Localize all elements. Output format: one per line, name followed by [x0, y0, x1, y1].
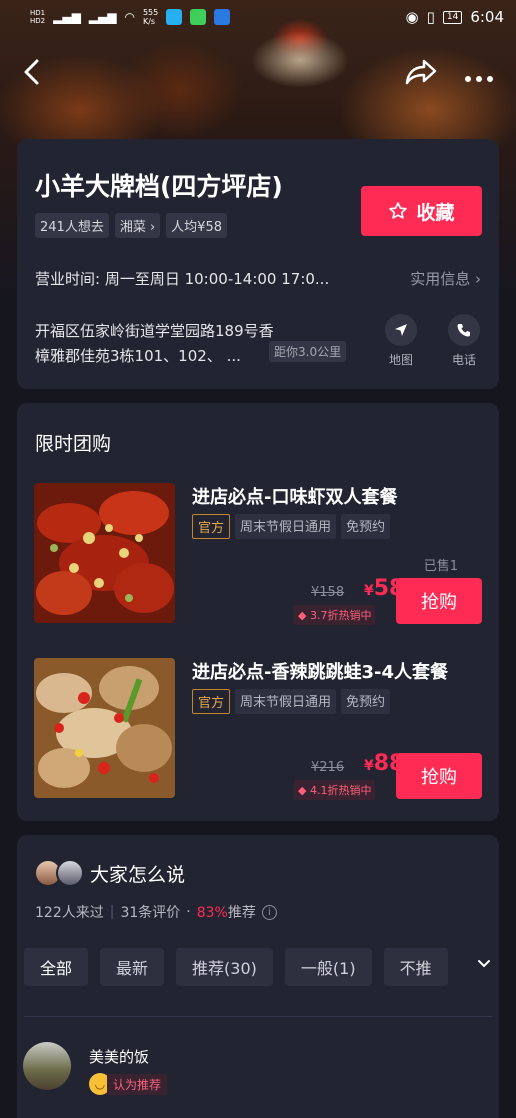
practical-info-link[interactable]: 实用信息 › [410, 268, 481, 289]
original-price: ¥158 [311, 585, 345, 600]
deal-tag: 周末节假日通用 [235, 689, 337, 714]
dot-separator: · [186, 904, 191, 920]
chevron-down-icon[interactable] [477, 957, 491, 973]
cuisine-tag[interactable]: 湘菜 › [114, 213, 161, 238]
status-bar: HD1 HD2 ▂▄▆ ▂▄▆ ◠ 555 K/s ◉ ▯ 14 6:04 [0, 0, 516, 34]
distance-badge: 距你3.0公里 [269, 341, 347, 362]
app-notification-icon-2 [214, 9, 231, 25]
review-filters: 全部 最新 推荐(30) 一般(1) 不推 [24, 948, 494, 986]
avatar [56, 859, 84, 887]
favorite-label: 收藏 [416, 201, 455, 224]
discount-badge: ◆ 4.1折热销中 [294, 780, 376, 800]
phone-label: 电话 [451, 353, 476, 367]
favorite-button[interactable]: 收藏 [361, 186, 482, 236]
phone-button[interactable]: 电话 [439, 314, 489, 368]
price-symbol: ¥ [364, 583, 374, 599]
more-icon[interactable] [464, 60, 494, 88]
sold-count: 已售1 [423, 559, 458, 574]
avatar[interactable] [23, 1042, 71, 1090]
deal-title: 进店必点-香辣跳跳蛙3-4人套餐 [192, 662, 448, 683]
visited-count: 122人来过 [35, 905, 104, 921]
divider: | [109, 904, 115, 920]
original-price: ¥216 [311, 760, 345, 775]
app-notification-icon [166, 9, 183, 25]
price-symbol: ¥ [364, 758, 374, 774]
wechat-icon [190, 9, 207, 25]
deal-tag: 免预约 [341, 689, 391, 714]
share-icon[interactable] [404, 58, 438, 91]
filter-not-recommend[interactable]: 不推 [383, 948, 448, 986]
filter-average[interactable]: 一般(1) [284, 948, 372, 986]
discount-text: 4.1折热销中 [309, 784, 372, 797]
divider [24, 1016, 492, 1017]
recommend-badge: ◡ 认为推荐 [89, 1073, 168, 1095]
vibrate-icon: ▯ [426, 8, 435, 26]
deal-item[interactable]: 进店必点-口味虾双人套餐 官方 周末节假日通用 免预约 已售1 ¥158 ¥58… [34, 483, 482, 625]
official-badge: 官方 [192, 689, 231, 714]
nav-bar [0, 52, 516, 96]
fire-icon: ◆ [298, 784, 310, 797]
username[interactable]: 美美的饭 [89, 1046, 167, 1067]
recommend-text: 认为推荐 [107, 1073, 168, 1095]
reviews-header: 大家怎么说 [34, 859, 185, 887]
review-stats: 122人来过 | 31条评价 · 83%推荐 i [35, 902, 277, 922]
recommend-percent: 83% [196, 905, 228, 921]
reviews-title: 大家怎么说 [90, 863, 186, 886]
review-item[interactable]: 美美的饭 ◡ 认为推荐 [23, 1042, 168, 1095]
deal-tag: 周末节假日通用 [235, 514, 337, 539]
hd1-indicator: HD1 [30, 9, 46, 17]
deal-title: 进店必点-口味虾双人套餐 [192, 487, 398, 508]
want-to-go-tag: 241人想去 [35, 213, 109, 238]
crayfish-image [34, 483, 175, 623]
back-icon[interactable] [22, 58, 42, 91]
deal-tag: 免预约 [341, 514, 391, 539]
store-tags: 241人想去 湘菜 › 人均¥58 [35, 213, 227, 238]
map-button[interactable]: 地图 [376, 314, 426, 368]
wifi-icon: ◠ [124, 10, 135, 24]
store-name: 小羊大牌档(四方坪店) [35, 172, 283, 201]
deals-section-title: 限时团购 [35, 433, 112, 455]
signal-icon-2: ▂▄▆ [88, 10, 117, 24]
avg-price-tag: 人均¥58 [166, 213, 227, 238]
signal-icon: ▂▄▆ [53, 10, 81, 24]
filter-all[interactable]: 全部 [24, 948, 89, 986]
filter-recommend[interactable]: 推荐(30) [176, 948, 273, 986]
phone-icon [448, 314, 480, 346]
deal-tags: 官方 周末节假日通用 免预约 [192, 514, 391, 539]
filter-latest[interactable]: 最新 [100, 948, 165, 986]
deal-item[interactable]: 进店必点-香辣跳跳蛙3-4人套餐 官方 周末节假日通用 免预约 ¥216 ¥88… [34, 658, 482, 800]
store-info-card: 小羊大牌档(四方坪店) 241人想去 湘菜 › 人均¥58 收藏 营业时间: 周… [17, 139, 499, 389]
hours-row: 营业时间: 周一至周日 10:00-14:00 17:0... 实用信息 › [35, 268, 481, 289]
clock: 6:04 [470, 8, 504, 26]
buy-button[interactable]: 抢购 [396, 753, 482, 799]
star-icon [389, 202, 408, 219]
navigation-icon [385, 314, 417, 346]
deal-tags: 官方 周末节假日通用 免预约 [192, 689, 391, 714]
official-badge: 官方 [192, 514, 231, 539]
eye-icon: ◉ [405, 8, 419, 26]
buy-button[interactable]: 抢购 [396, 578, 482, 624]
map-label: 地图 [388, 353, 413, 367]
battery-icon: 14 [442, 10, 463, 24]
info-icon[interactable]: i [261, 904, 277, 920]
recommend-suffix: 推荐 [227, 905, 256, 921]
reviews-card: 大家怎么说 122人来过 | 31条评价 · 83%推荐 i 全部 最新 推荐(… [17, 835, 499, 1118]
user-info: 美美的饭 ◡ 认为推荐 [89, 1042, 168, 1095]
frog-dish-image [34, 658, 175, 798]
business-hours: 营业时间: 周一至周日 10:00-14:00 17:0... [35, 270, 330, 288]
net-unit: K/s [142, 17, 156, 26]
fire-icon: ◆ [298, 609, 310, 622]
review-count: 31条评价 [120, 905, 181, 921]
discount-text: 3.7折热销中 [309, 609, 372, 622]
group-deals-card: 限时团购 进店必点-口味虾双人套餐 官方 周末节假日通用 免预约 已售1 ¥15… [17, 403, 499, 821]
hd2-indicator: HD2 [30, 17, 46, 25]
net-speed: 555 [142, 8, 159, 17]
discount-badge: ◆ 3.7折热销中 [294, 605, 376, 625]
